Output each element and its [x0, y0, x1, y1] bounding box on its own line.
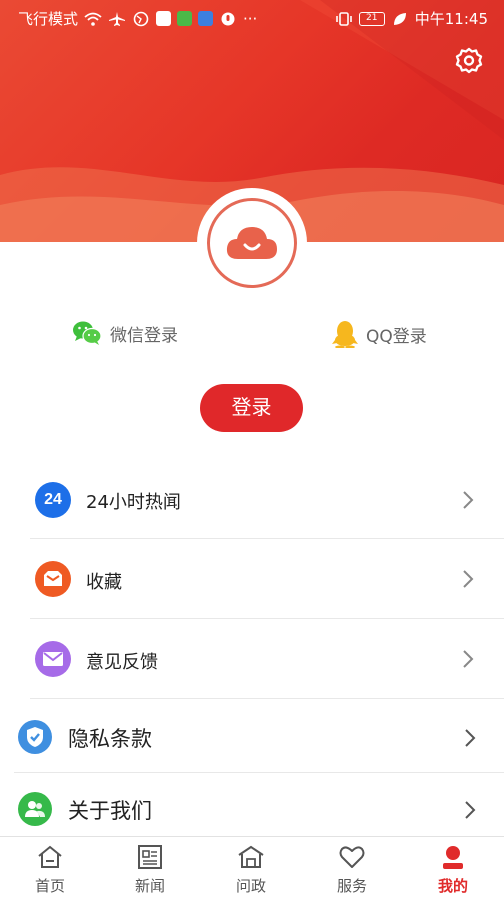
vibrate-icon — [335, 11, 352, 26]
menu-item-feedback[interactable]: 意见反馈 — [0, 630, 504, 690]
tab-label: 问政 — [235, 877, 266, 895]
chevron-right-icon — [465, 801, 476, 819]
wechat-icon — [73, 321, 102, 345]
gear-icon[interactable] — [454, 46, 484, 76]
more-notifications: ··· — [243, 9, 258, 28]
menu-item-24h-news[interactable]: 24 24小时热闻 — [0, 470, 504, 530]
divider — [30, 538, 504, 539]
menu-item-label: 隐私条款 — [68, 727, 152, 751]
menu-item-label: 意见反馈 — [86, 652, 158, 673]
globe-icon — [133, 11, 149, 26]
airplane-icon — [109, 11, 126, 26]
newspaper-icon — [138, 845, 162, 869]
wechat-login-label: 微信登录 — [110, 325, 178, 346]
chevron-right-icon — [463, 570, 474, 588]
heart-icon — [339, 846, 365, 868]
app-notification-icon — [156, 11, 172, 26]
qq-penguin-icon — [332, 321, 358, 348]
leaf-icon — [393, 12, 406, 25]
tab-services[interactable]: 服务 — [302, 843, 402, 896]
menu-item-label: 收藏 — [86, 572, 122, 593]
people-icon — [18, 792, 52, 826]
chevron-right-icon — [463, 650, 474, 668]
airplane-mode-text: 飞行模式 — [18, 10, 79, 28]
menu-item-privacy[interactable]: 隐私条款 — [0, 706, 504, 768]
mail-icon — [35, 641, 71, 677]
avatar[interactable] — [207, 198, 297, 288]
menu-item-favorites[interactable]: 收藏 — [0, 550, 504, 610]
music-app-icon — [198, 11, 214, 26]
tab-label: 我的 — [437, 877, 468, 895]
menu-item-label: 24小时热闻 — [86, 492, 181, 513]
tab-news[interactable]: 新闻 — [100, 843, 200, 896]
status-bar: 飞行模式 ··· 21 中午11:45 — [0, 0, 504, 34]
divider — [30, 698, 504, 699]
app-notification-icon — [177, 11, 193, 26]
login-button[interactable]: 登录 — [200, 384, 303, 432]
24-hours-icon: 24 — [35, 482, 71, 518]
tab-mine[interactable]: 我的 — [403, 843, 503, 896]
tab-label: 新闻 — [134, 877, 165, 895]
cloud-smile-icon — [226, 227, 277, 259]
menu-item-about-us[interactable]: 关于我们 — [0, 778, 504, 836]
shield-check-icon — [18, 720, 52, 754]
battery-indicator: 21 — [358, 11, 385, 26]
government-icon — [238, 845, 264, 868]
chevron-right-icon — [465, 729, 476, 747]
qq-login-label: QQ登录 — [366, 326, 427, 347]
microphone-icon — [221, 12, 235, 25]
user-icon — [443, 846, 463, 869]
wechat-login[interactable]: 微信登录 — [72, 320, 178, 346]
wifi-icon — [84, 12, 102, 26]
menu-item-label: 关于我们 — [68, 799, 152, 823]
qq-login[interactable]: QQ登录 — [332, 320, 427, 348]
chevron-right-icon — [463, 491, 474, 509]
favorite-box-icon — [35, 561, 71, 597]
tab-label: 服务 — [336, 877, 367, 895]
bottom-tab-bar: 首页 新闻 问政 服务 我的 — [0, 836, 504, 899]
home-icon — [38, 845, 62, 868]
clock: 中午11:45 — [414, 10, 488, 28]
tab-home[interactable]: 首页 — [0, 843, 100, 896]
tab-label: 首页 — [34, 877, 65, 895]
divider — [30, 618, 504, 619]
tab-government[interactable]: 问政 — [201, 843, 301, 896]
divider — [14, 772, 504, 773]
